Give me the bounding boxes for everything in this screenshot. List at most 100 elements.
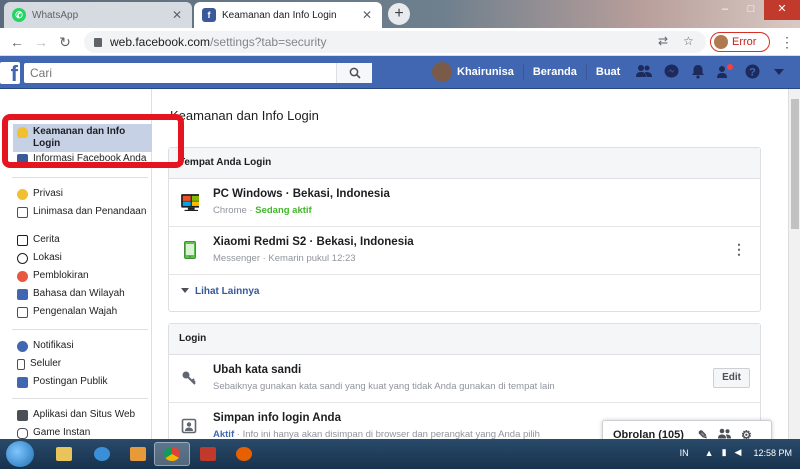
taskbar-firefox-icon[interactable] [226,442,262,466]
taskbar-media-icon[interactable] [120,442,156,466]
desktop-computer-icon [181,194,199,211]
chevron-down-icon [181,288,189,293]
window-controls: – □ ✕ [712,0,800,20]
svg-text:?: ? [749,67,756,79]
home-link[interactable]: Beranda [533,66,577,78]
game-controller-icon [17,428,28,439]
language-icon [17,289,28,300]
sidebar-item-apps[interactable]: Aplikasi dan Situs Web [17,409,147,421]
network-icon[interactable]: ▮ [722,447,727,458]
session-row[interactable]: PC Windows · Bekasi, Indonesia Chrome · … [169,179,760,227]
profile-link[interactable]: Khairunisa [457,66,514,78]
sidebar-item-label: Notifikasi [33,340,74,351]
translate-icon[interactable]: ⇄ [658,34,668,48]
page-scrollbar[interactable] [788,89,800,439]
browser-toolbar: ← → ↻ web.facebook.com/settings?tab=secu… [0,28,800,56]
maximize-icon[interactable]: □ [738,0,764,20]
help-icon[interactable]: ? [744,64,760,80]
book-icon [17,235,28,246]
block-icon [17,271,28,282]
page-title: Keamanan dan Info Login [170,108,319,123]
lock-icon [17,189,28,200]
sidebar-item-instant-games[interactable]: Game Instan [17,427,147,439]
friend-requests-icon[interactable] [636,64,653,80]
tab-label: Keamanan dan Info Login [222,9,337,21]
new-tab-button[interactable]: + [388,3,410,25]
sidebar-item-location[interactable]: Lokasi [17,252,147,264]
bookmark-star-icon[interactable]: ☆ [683,34,694,48]
see-more-link[interactable]: Lihat Lainnya [169,275,760,311]
sidebar-item-language[interactable]: Bahasa dan Wilayah [17,288,147,300]
close-tab-icon[interactable]: ✕ [360,8,374,22]
tab-whatsapp[interactable]: ✆ WhatsApp ✕ [4,2,192,28]
taskbar-app-icon[interactable] [190,442,226,466]
sidebar-item-timeline[interactable]: Linimasa dan Penandaan [17,206,147,218]
notifications-bell-icon[interactable] [690,64,706,80]
mobile-phone-icon [184,241,196,259]
close-window-icon[interactable]: ✕ [764,0,800,20]
divider [12,177,148,178]
search-button[interactable] [336,63,372,83]
close-tab-icon[interactable]: ✕ [170,8,184,22]
profile-error-button[interactable]: Error [710,32,770,52]
tab-facebook-security[interactable]: f Keamanan dan Info Login ✕ [194,2,382,28]
face-recognition-icon [17,307,28,318]
sidebar-item-public-posts[interactable]: Postingan Publik [17,376,147,388]
account-menu-icon[interactable] [771,64,787,80]
sidebar-item-blocking[interactable]: Pemblokiran [17,270,147,282]
back-icon[interactable]: ← [8,33,26,51]
sidebar-item-label: Linimasa dan Penandaan [33,206,147,217]
sidebar-item-label: Lokasi [33,252,62,263]
taskbar-explorer-icon[interactable] [46,442,82,466]
sidebar-item-label: Game Instan [33,427,91,438]
sidebar-item-label: Cerita [33,234,60,245]
reload-icon[interactable]: ↻ [56,33,74,51]
avatar [714,35,728,49]
forward-icon[interactable]: → [32,33,50,51]
sidebar-item-label: Pemblokiran [33,270,89,281]
divider [12,398,148,399]
minimize-icon[interactable]: – [712,0,738,20]
change-password-row[interactable]: Ubah kata sandi Sebaiknya gunakan kata s… [169,355,760,403]
panel-header: Tempat Anda Login [169,148,760,179]
windows-start-icon[interactable] [6,441,34,467]
sidebar-item-label: Pengenalan Wajah [33,306,118,317]
language-indicator[interactable]: IN [680,448,689,458]
globe-icon [17,341,28,352]
edit-password-button[interactable]: Edit [713,368,750,388]
browser-menu-icon[interactable]: ⋮ [780,34,794,51]
panel-header: Login [169,324,760,355]
sidebar-item-label: Aplikasi dan Situs Web [33,409,136,420]
search-icon [349,67,361,79]
volume-icon[interactable]: ◀ [735,447,742,458]
create-link[interactable]: Buat [596,66,620,78]
taskbar-ie-icon[interactable] [84,442,120,466]
sidebar-item-label: Privasi [33,188,64,199]
sidebar-item-label: Postingan Publik [33,376,108,387]
session-row[interactable]: Xiaomi Redmi S2 · Bekasi, Indonesia Mess… [169,227,760,275]
facebook-logo-icon[interactable]: f [0,62,20,84]
browser-tab-strip: ✆ WhatsApp ✕ f Keamanan dan Info Login ✕… [0,0,800,28]
sidebar-item-mobile[interactable]: Seluler [17,358,147,370]
sidebar-item-stories[interactable]: Cerita [17,234,147,246]
row-description: Aktif · Info ini hanya akan disimpan di … [213,429,540,439]
messenger-icon[interactable] [663,64,679,80]
address-bar[interactable]: web.facebook.com/settings?tab=security [84,31,706,53]
whatsapp-icon: ✆ [12,8,26,22]
key-icon [182,371,196,385]
active-status: Sedang aktif [255,205,312,216]
scrollbar-thumb[interactable] [791,99,799,229]
more-options-icon[interactable]: ⋮ [732,241,746,258]
clock[interactable]: 12:58 PM [753,448,792,458]
tray-expand-icon[interactable]: ▲ [705,448,714,458]
rss-icon [17,377,28,388]
sidebar-item-privacy[interactable]: Privasi [17,188,147,200]
search-input[interactable] [24,63,336,83]
quick-help-icon[interactable] [717,64,734,80]
taskbar-chrome-icon[interactable] [154,442,190,466]
facebook-icon: f [202,8,216,22]
location-icon [17,253,28,264]
sidebar-item-notifications[interactable]: Notifikasi [17,340,147,352]
avatar[interactable] [432,62,452,82]
sidebar-item-face-recognition[interactable]: Pengenalan Wajah [17,306,147,318]
